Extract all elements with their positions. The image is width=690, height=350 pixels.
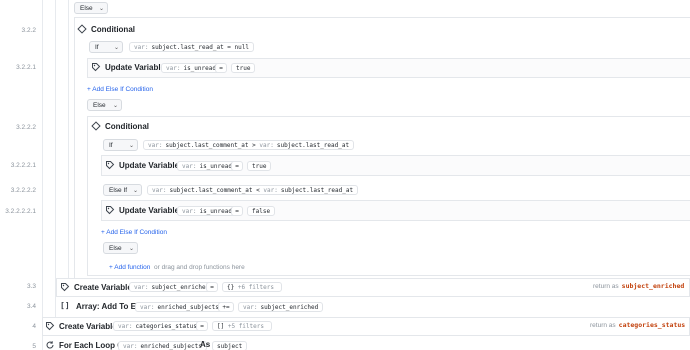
chevron-down-icon: ⌄	[113, 44, 120, 51]
conditional-title[interactable]: Conditional	[77, 24, 135, 34]
diamond-icon	[77, 24, 87, 34]
operator[interactable]: =	[215, 63, 227, 73]
tag-icon	[91, 62, 101, 72]
diamond-icon	[91, 121, 101, 131]
create-variable-title[interactable]: Create Variable	[45, 321, 117, 331]
operator[interactable]: =	[196, 321, 208, 331]
value-pill[interactable]: false	[247, 206, 276, 216]
line-number: 3.2.2.2.2	[10, 187, 36, 194]
line-number: 3.2.2.1	[16, 64, 36, 71]
add-else-if-link[interactable]: + Add Else If Condition	[101, 229, 167, 236]
else-select[interactable]: Else ⌄	[103, 242, 138, 254]
tag-icon	[105, 205, 115, 215]
return-as: return as subject_enriched	[593, 282, 685, 290]
variable-pill[interactable]: var: enriched_subjects	[135, 302, 224, 312]
line-number: 3.2.2.2	[16, 124, 36, 131]
update-variable-title[interactable]: Update Variable	[105, 160, 179, 170]
line-number: 3.2.2.2.1	[10, 162, 36, 169]
variable-pill[interactable]: var: is_unread	[161, 63, 221, 73]
as-variable-pill[interactable]: subject	[212, 341, 248, 350]
tag-icon	[60, 282, 70, 292]
array-add-title[interactable]: [] Array: Add To End	[60, 301, 146, 311]
for-each-title[interactable]: For Each Loop On	[45, 340, 128, 350]
operator[interactable]: =	[231, 161, 243, 171]
add-function-link[interactable]: + Add function or drag and drop function…	[109, 264, 245, 271]
chevron-down-icon: ⌄	[128, 245, 135, 252]
update-variable-title[interactable]: Update Variable	[91, 62, 165, 72]
nest-guide	[42, 0, 43, 350]
variable-pill[interactable]: var: enriched_subjects	[118, 341, 207, 350]
variable-pill[interactable]: var: categories_status	[113, 321, 202, 331]
create-variable-title[interactable]: Create Variable	[60, 282, 132, 292]
variable-pill[interactable]: var: is_unread	[177, 161, 237, 171]
line-number: 5	[32, 343, 36, 350]
else-select[interactable]: Else ⌄	[74, 2, 108, 14]
line-number: 4	[32, 323, 36, 330]
brackets-icon: []	[60, 301, 70, 310]
line-number: 3.3	[26, 283, 36, 290]
operator[interactable]: +=	[218, 302, 234, 312]
line-number: 3.4	[26, 303, 36, 310]
chevron-down-icon: ⌄	[112, 102, 119, 109]
value-pill[interactable]: [] +5 filters	[212, 321, 272, 331]
value-pill[interactable]: true	[247, 161, 272, 171]
nest-guide	[68, 0, 69, 280]
loop-icon	[45, 340, 55, 350]
line-number: 3.2.2	[21, 27, 36, 34]
condition-expression[interactable]: var: subject.last_comment_at > var: subjec…	[143, 140, 355, 150]
update-variable-title[interactable]: Update Variable	[105, 205, 179, 215]
chevron-down-icon: ⌄	[132, 187, 139, 194]
value-pill[interactable]: true	[231, 63, 256, 73]
if-select[interactable]: If ⌄	[89, 41, 123, 53]
as-label: As	[200, 340, 211, 349]
variable-pill[interactable]: var: is_unread	[177, 206, 237, 216]
add-else-if-link[interactable]: + Add Else If Condition	[87, 86, 153, 93]
tag-icon	[105, 160, 115, 170]
conditional-title[interactable]: Conditional	[91, 121, 149, 131]
tag-icon	[45, 321, 55, 331]
condition-expression[interactable]: var: subject.last_comment_at < var: subjec…	[147, 185, 359, 195]
chevron-down-icon: ⌄	[128, 142, 135, 149]
if-select[interactable]: If ⌄	[103, 139, 138, 151]
variable-pill[interactable]: var: subject_enriched	[129, 282, 215, 292]
nest-guide	[55, 0, 56, 318]
value-pill[interactable]: var: subject_enriched	[238, 302, 324, 312]
value-pill[interactable]: {} +6 filters	[222, 282, 282, 292]
return-as: return as categories_status	[590, 321, 686, 329]
chevron-down-icon: ⌄	[98, 5, 105, 12]
else-select[interactable]: Else ⌄	[87, 99, 122, 111]
else-if-select[interactable]: Else If ⌄	[103, 184, 142, 196]
condition-expression[interactable]: var: subject.last_read_at = null	[129, 42, 254, 52]
operator[interactable]: =	[206, 282, 218, 292]
line-number: 3.2.2.2.2.1	[5, 208, 36, 215]
operator[interactable]: =	[231, 206, 243, 216]
